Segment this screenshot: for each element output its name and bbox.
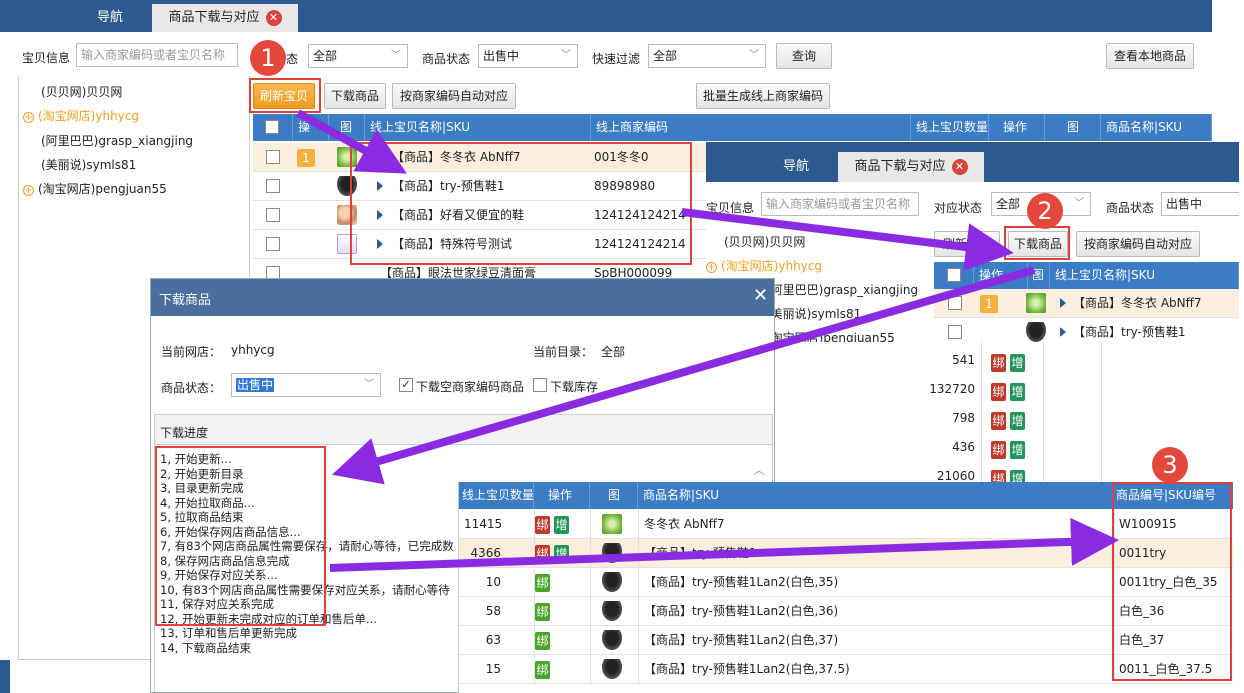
arrow-refresh-to-items [296, 109, 407, 174]
annotation-arrows [296, 109, 1119, 572]
arrow-download-to-progress [331, 266, 1036, 485]
arrow-progress-to-codes [329, 517, 1119, 572]
arrow-items-to-download [681, 208, 1014, 271]
